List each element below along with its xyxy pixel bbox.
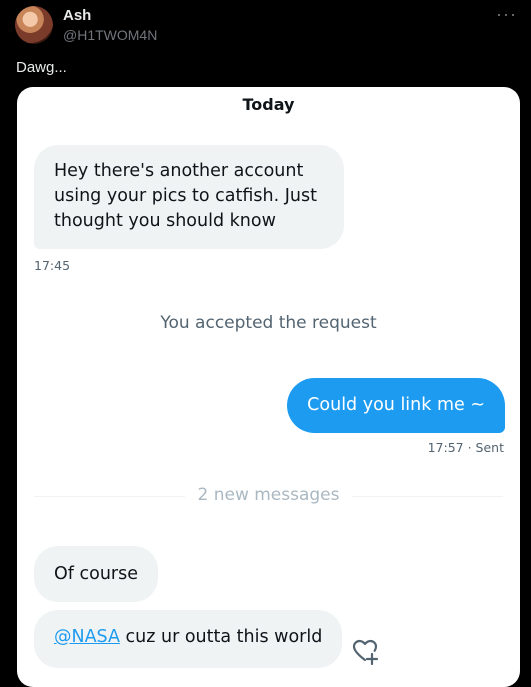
sent-message-bubble: Could you link me ~ [287,378,505,433]
received-message-bubble: Hey there's another account using your p… [34,145,344,249]
dm-screenshot[interactable]: Today Hey there's another account using … [17,87,520,687]
date-header: Today [242,95,295,114]
sent-message-meta: 17:57 · Sent [428,440,504,455]
sent-status: · Sent [467,440,504,455]
mention-link[interactable]: @NASA [54,627,120,647]
received-message-bubble: Of course [34,546,158,602]
author-name[interactable]: Ash [63,7,91,24]
message-timestamp: 17:45 [34,258,71,273]
sent-time: 17:57 [427,440,464,455]
request-accepted-notice: You accepted the request [160,313,377,333]
message-text: cuz ur outta this world [119,627,323,647]
tweet-avatar[interactable] [15,6,53,44]
add-reaction-heart-icon[interactable] [351,637,379,665]
tweet-text: Dawg... [16,59,67,76]
received-message-bubble: @NASA cuz ur outta this world [34,610,343,668]
more-options-icon[interactable]: ··· [496,4,517,25]
author-handle[interactable]: @H1TWOM4N [63,27,157,43]
new-messages-label: 2 new messages [17,485,520,505]
